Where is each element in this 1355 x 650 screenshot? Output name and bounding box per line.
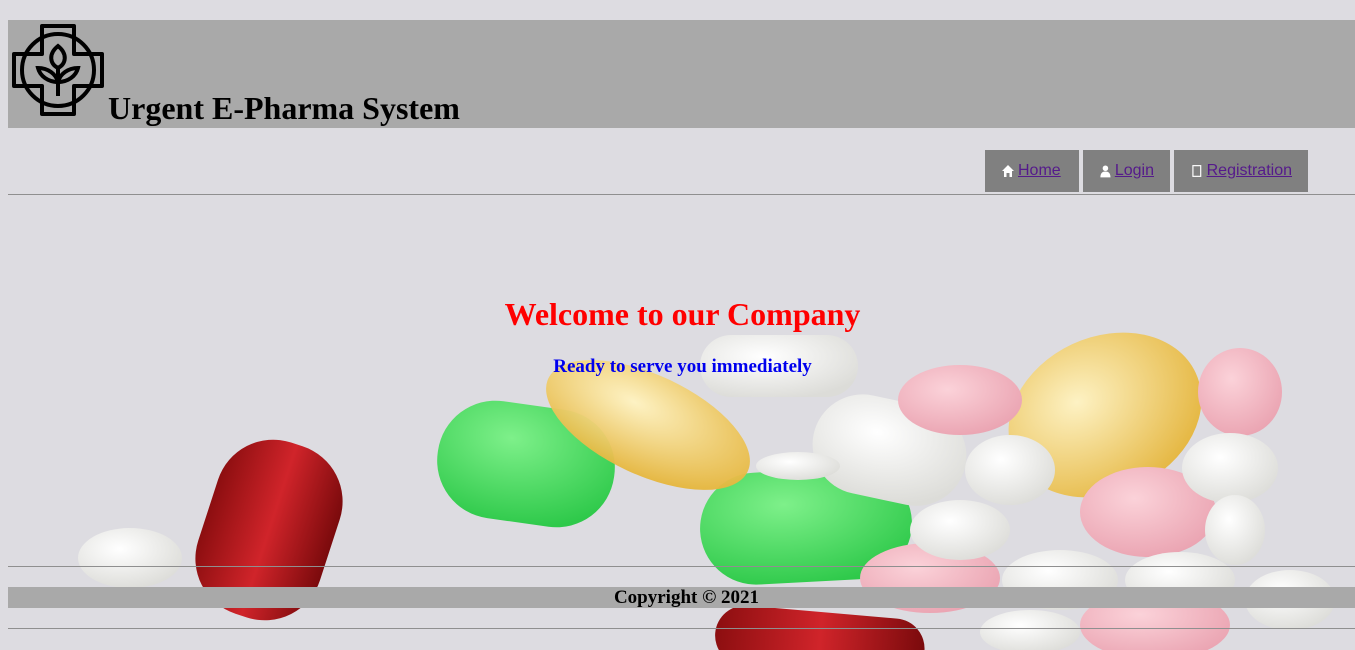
welcome-heading: Welcome to our Company <box>504 296 861 332</box>
site-footer: Copyright © 2021 <box>8 587 1355 608</box>
nav-login-label: Login <box>1114 162 1154 179</box>
welcome-tagline: Ready to serve you immediately <box>553 356 812 377</box>
site-title: Urgent E-Pharma System <box>108 90 460 126</box>
main-nav: Home Login Registration <box>985 150 1308 192</box>
header-divider <box>8 194 1355 195</box>
home-icon <box>1002 165 1014 177</box>
pill-white-3 <box>910 500 1010 560</box>
nav-login-link[interactable]: Login <box>1083 150 1170 192</box>
nav-registration-link[interactable]: Registration <box>1174 150 1308 192</box>
pill-white-4 <box>1182 433 1278 503</box>
cross-plant-logo-icon <box>12 24 104 116</box>
registration-icon <box>1192 165 1202 177</box>
user-icon <box>1100 165 1111 178</box>
nav-registration-label: Registration <box>1206 162 1292 179</box>
pill-white-6 <box>1205 495 1265 565</box>
footer-bottom-divider <box>8 628 1355 629</box>
pill-white-8 <box>980 610 1080 650</box>
pill-white-2 <box>965 435 1055 505</box>
footer-top-divider <box>8 566 1355 567</box>
pill-white-10 <box>756 452 840 480</box>
site-header: Urgent E-Pharma System <box>8 20 1355 128</box>
nav-home-link[interactable]: Home <box>985 150 1079 192</box>
pill-white-left <box>78 528 182 588</box>
pill-red-bottom <box>715 605 925 650</box>
nav-home-label: Home <box>1018 162 1061 179</box>
copyright-text: Copyright © 2021 <box>613 587 760 608</box>
